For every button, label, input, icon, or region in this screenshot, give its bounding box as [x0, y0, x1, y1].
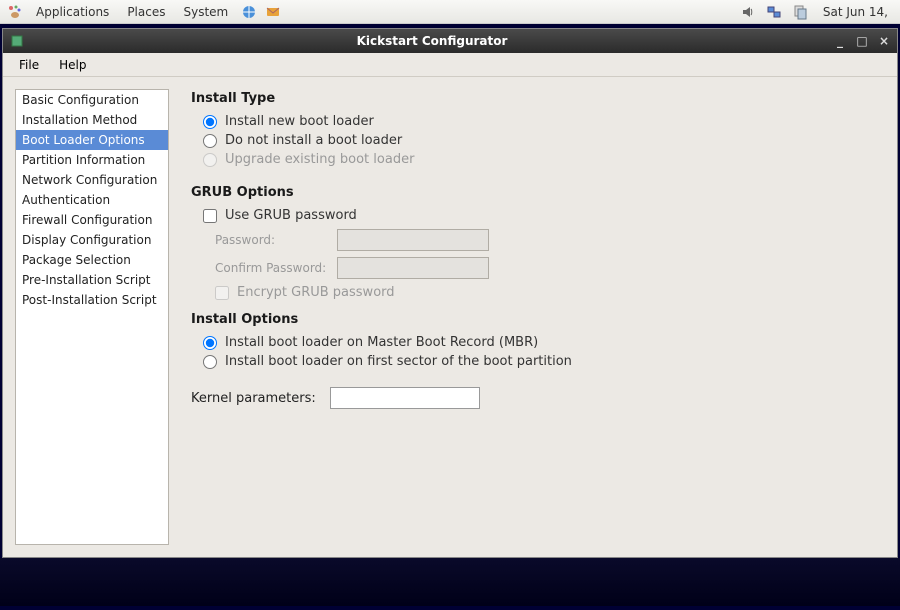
radio-first-sector-input[interactable]	[203, 355, 217, 369]
radio-first-sector[interactable]: Install boot loader on first sector of t…	[203, 354, 881, 369]
checkbox-encrypt-grub-input	[215, 286, 229, 300]
mail-launcher-icon[interactable]	[264, 3, 282, 21]
password-input	[337, 229, 489, 251]
browser-launcher-icon[interactable]	[240, 3, 258, 21]
volume-icon[interactable]	[739, 3, 757, 21]
confirm-password-input	[337, 257, 489, 279]
radio-no-install-label: Do not install a boot loader	[225, 133, 402, 148]
content-panel: Install Type Install new boot loader Do …	[187, 89, 885, 545]
applications-menu[interactable]: Applications	[28, 3, 117, 21]
checkbox-encrypt-grub: Encrypt GRUB password	[215, 285, 881, 300]
sidebar-item-basic-configuration[interactable]: Basic Configuration	[16, 90, 168, 110]
sidebar-item-boot-loader-options[interactable]: Boot Loader Options	[16, 130, 168, 150]
sidebar-item-pre-installation-script[interactable]: Pre-Installation Script	[16, 270, 168, 290]
sidebar-item-installation-method[interactable]: Installation Method	[16, 110, 168, 130]
install-type-header: Install Type	[191, 91, 881, 106]
bottom-taskbar	[0, 558, 900, 606]
sidebar-item-network-configuration[interactable]: Network Configuration	[16, 170, 168, 190]
checkbox-encrypt-grub-label: Encrypt GRUB password	[237, 285, 395, 300]
radio-no-install-input[interactable]	[203, 134, 217, 148]
sidebar-item-firewall-configuration[interactable]: Firewall Configuration	[16, 210, 168, 230]
radio-upgrade-label: Upgrade existing boot loader	[225, 152, 414, 167]
clock[interactable]: Sat Jun 14,	[815, 3, 888, 21]
checkbox-use-grub-password-label: Use GRUB password	[225, 208, 357, 223]
close-button[interactable]: ×	[877, 34, 891, 48]
sidebar-item-display-configuration[interactable]: Display Configuration	[16, 230, 168, 250]
sidebar-item-partition-information[interactable]: Partition Information	[16, 150, 168, 170]
radio-mbr[interactable]: Install boot loader on Master Boot Recor…	[203, 335, 881, 350]
system-menu[interactable]: System	[175, 3, 236, 21]
kernel-parameters-input[interactable]	[330, 387, 480, 409]
window-title: Kickstart Configurator	[31, 34, 833, 48]
grub-options-header: GRUB Options	[191, 185, 881, 200]
app-window: Kickstart Configurator _ □ × File Help B…	[2, 28, 898, 558]
sidebar-item-post-installation-script[interactable]: Post-Installation Script	[16, 290, 168, 310]
titlebar[interactable]: Kickstart Configurator _ □ ×	[3, 29, 897, 53]
places-menu[interactable]: Places	[119, 3, 173, 21]
radio-no-install[interactable]: Do not install a boot loader	[203, 133, 881, 148]
menu-help[interactable]: Help	[49, 55, 96, 75]
sidebar-item-authentication[interactable]: Authentication	[16, 190, 168, 210]
radio-mbr-input[interactable]	[203, 336, 217, 350]
app-icon	[9, 33, 25, 49]
clipboard-icon[interactable]	[791, 3, 809, 21]
desktop-panel: Applications Places System Sat Jun 14,	[0, 0, 900, 24]
menu-file[interactable]: File	[9, 55, 49, 75]
sidebar: Basic ConfigurationInstallation MethodBo…	[15, 89, 169, 545]
maximize-button[interactable]: □	[855, 34, 869, 48]
menubar: File Help	[3, 53, 897, 77]
radio-first-sector-label: Install boot loader on first sector of t…	[225, 354, 572, 369]
radio-install-new-label: Install new boot loader	[225, 114, 374, 129]
checkbox-use-grub-password[interactable]: Use GRUB password	[203, 208, 881, 223]
gnome-foot-icon	[6, 3, 24, 21]
radio-upgrade-input	[203, 153, 217, 167]
checkbox-use-grub-password-input[interactable]	[203, 209, 217, 223]
radio-install-new-input[interactable]	[203, 115, 217, 129]
radio-mbr-label: Install boot loader on Master Boot Recor…	[225, 335, 538, 350]
password-label: Password:	[215, 233, 327, 247]
network-icon[interactable]	[765, 3, 783, 21]
minimize-button[interactable]: _	[833, 34, 847, 48]
confirm-password-label: Confirm Password:	[215, 261, 327, 275]
kernel-parameters-label: Kernel parameters:	[191, 391, 316, 406]
radio-upgrade: Upgrade existing boot loader	[203, 152, 881, 167]
sidebar-item-package-selection[interactable]: Package Selection	[16, 250, 168, 270]
install-options-header: Install Options	[191, 312, 881, 327]
radio-install-new[interactable]: Install new boot loader	[203, 114, 881, 129]
